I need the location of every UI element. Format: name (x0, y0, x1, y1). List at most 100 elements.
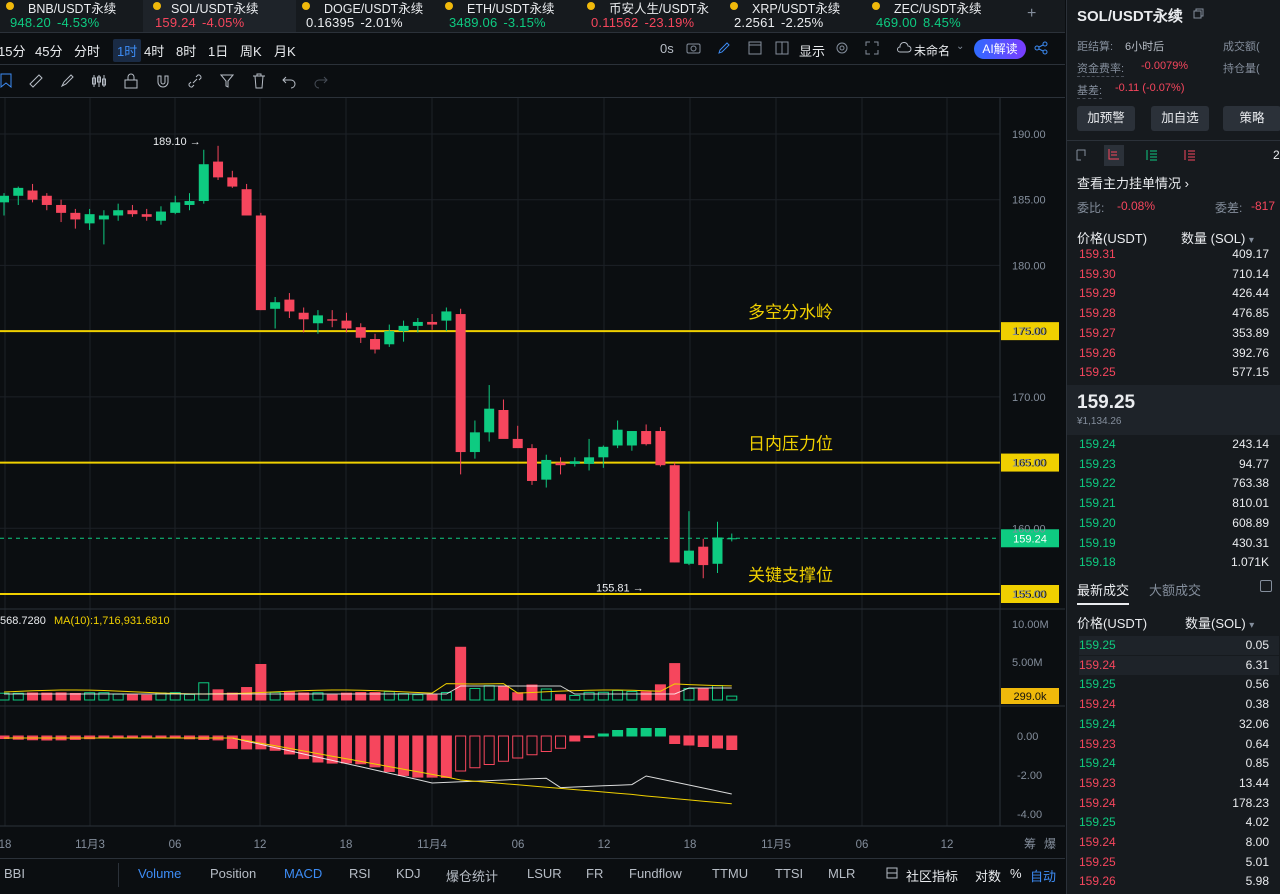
trash-icon[interactable] (251, 73, 267, 89)
orderbook-row[interactable]: 159.26 392.76 (1079, 344, 1279, 363)
macd-dea-line (4, 737, 732, 805)
share-icon[interactable] (1034, 41, 1048, 58)
community-indicator-button[interactable]: 社区指标 (906, 866, 958, 885)
bookmark-icon[interactable] (0, 73, 14, 89)
interval-button[interactable]: 1时 (113, 39, 142, 62)
indicator-tab[interactable]: MLR (828, 866, 855, 881)
ticker-tab[interactable]: XRP/USDT永续 2.2561 -2.25% (724, 0, 866, 32)
window-icon[interactable] (748, 41, 762, 58)
orderbook-row[interactable]: 159.23 94.77 (1079, 455, 1279, 474)
add-alert-button[interactable]: 加预警 (1077, 106, 1135, 131)
indicator-tab[interactable]: MACD (284, 866, 322, 881)
indicator-tab[interactable]: KDJ (396, 866, 421, 881)
magnet-icon[interactable] (155, 73, 171, 89)
camera-icon[interactable] (686, 41, 701, 58)
candle-body (598, 446, 609, 458)
tab-latest-trades[interactable]: 最新成交 (1077, 580, 1130, 605)
ticker-last: 0.16395 (306, 15, 355, 30)
percent-button[interactable]: % (1010, 866, 1022, 881)
orderbook-row[interactable]: 159.19 430.31 (1079, 534, 1279, 553)
fullscreen-icon[interactable] (865, 41, 879, 58)
indicator-tab[interactable]: TTSI (775, 866, 803, 881)
interval-button[interactable]: 分时 (74, 41, 100, 60)
orderbook-row[interactable]: 159.30 710.14 (1079, 265, 1279, 284)
ticker-tab[interactable]: BNB/USDT永续 948.20 -4.53% (0, 0, 143, 32)
ticker-tab[interactable]: ZEC/USDT永续 469.00 8.45% (866, 0, 1016, 32)
symbol-title: SOL/USDT永续 (1077, 8, 1183, 25)
indicator-tab[interactable]: TTMU (712, 866, 748, 881)
undo-icon[interactable] (281, 73, 297, 89)
indicator-tab[interactable]: Volume (138, 866, 181, 881)
interval-button[interactable]: 15分 (0, 41, 25, 60)
orderbook-both-icon[interactable] (1075, 148, 1089, 165)
add-tab-icon[interactable]: + (1027, 5, 1036, 23)
volume-bar (455, 646, 467, 701)
orderbook-row[interactable]: 159.28 476.85 (1079, 304, 1279, 323)
orderbook-row[interactable]: 159.31 409.17 (1079, 245, 1279, 264)
orderbook-row[interactable]: 159.21 810.01 (1079, 494, 1279, 513)
brush-icon[interactable] (59, 73, 75, 89)
settings-icon[interactable] (835, 41, 849, 58)
interval-button[interactable]: 4时 (144, 41, 164, 60)
indicator-tab[interactable]: FR (586, 866, 603, 881)
ticker-tab[interactable]: DOGE/USDT永续 0.16395 -2.01% (296, 0, 439, 32)
trades-qty-header[interactable]: 数量(SOL) ▾ (1185, 613, 1254, 632)
ticker-tab[interactable]: SOL/USDT永续 159.24 -4.05% (143, 0, 296, 32)
ai-interpret-button[interactable]: AI解读 (974, 39, 1026, 59)
price-chart[interactable]: 175.00多空分水岭165.00日内压力位155.00关键支撑位159.24 … (0, 98, 1065, 858)
indicator-tab[interactable]: BBI (4, 866, 25, 881)
layout-name[interactable]: 未命名 (914, 42, 950, 59)
indicator-tab[interactable]: 爆仓统计 (446, 866, 498, 885)
time-tick: 12 (598, 839, 611, 851)
tab-large-trades[interactable]: 大额成交 (1149, 580, 1201, 599)
ticker-tab[interactable]: 币安人生/USDT永 0.11562 -23.19% (581, 0, 724, 32)
basis-label: 基差: (1077, 82, 1103, 99)
orderbook-row[interactable]: 159.20 608.89 (1079, 514, 1279, 533)
cloud-icon[interactable] (896, 42, 912, 57)
display-button[interactable]: 显示 (799, 41, 825, 60)
redo-icon[interactable] (313, 73, 329, 89)
trade-row: 159.25 5.01 (1079, 853, 1279, 872)
indicator-tab[interactable]: RSI (349, 866, 371, 881)
log-scale-button[interactable]: 对数 (975, 866, 1001, 885)
interval-button[interactable]: 周K (240, 41, 262, 60)
orderbook-default-icon[interactable] (1104, 145, 1124, 166)
trade-price: 159.25 (1079, 815, 1116, 830)
orderbook-qty: 608.89 (1232, 515, 1269, 530)
ruler-icon[interactable] (28, 73, 44, 89)
auto-scale-button[interactable]: 自动 (1030, 866, 1056, 885)
interval-button[interactable]: 1日 (208, 41, 228, 60)
indicator-tab[interactable]: Position (210, 866, 256, 881)
interval-button[interactable]: 45分 (35, 41, 62, 60)
lock-icon[interactable] (123, 73, 139, 89)
candle-pattern-icon[interactable] (91, 73, 107, 89)
indicator-tab[interactable]: LSUR (527, 866, 562, 881)
strategy-button[interactable]: 策略 (1223, 106, 1280, 131)
interval-button[interactable]: 8时 (176, 41, 196, 60)
ticker-tab[interactable]: ETH/USDT永续 3489.06 -3.15% (439, 0, 581, 32)
pencil-icon[interactable] (717, 41, 731, 58)
orderbook-row[interactable]: 159.25 577.15 (1079, 363, 1279, 382)
window2-icon[interactable] (775, 41, 789, 58)
filter-checkbox[interactable] (1260, 580, 1272, 592)
trade-row: 159.25 0.56 (1079, 675, 1279, 694)
view-main-orders-link[interactable]: 查看主力挂单情况 › (1077, 173, 1189, 192)
copy-icon[interactable] (1193, 8, 1204, 22)
orderbook-asks-icon[interactable] (1183, 148, 1197, 165)
orderbook-row[interactable]: 159.27 353.89 (1079, 324, 1279, 343)
indicator-tab[interactable]: Fundflow (629, 866, 682, 881)
add-watchlist-button[interactable]: 加自选 (1151, 106, 1209, 131)
orderbook-row[interactable]: 159.18 1.071K (1079, 553, 1279, 572)
interval-button[interactable]: 月K (274, 41, 296, 60)
candle-body (626, 431, 637, 446)
volume-bar (469, 687, 481, 701)
volume-tag-text: 299.0k (1013, 691, 1047, 703)
orderbook-row[interactable]: 159.29 426.44 (1079, 284, 1279, 303)
orderbook-row[interactable]: 159.24 243.14 (1079, 435, 1279, 454)
orderbook-bids-icon[interactable] (1145, 148, 1159, 165)
orderbook-row[interactable]: 159.22 763.38 (1079, 474, 1279, 493)
community-indicator-icon[interactable] (886, 867, 898, 882)
chevron-down-icon[interactable]: ⌄ (956, 41, 964, 52)
link-icon[interactable] (187, 73, 203, 89)
filter-icon[interactable] (219, 73, 235, 89)
